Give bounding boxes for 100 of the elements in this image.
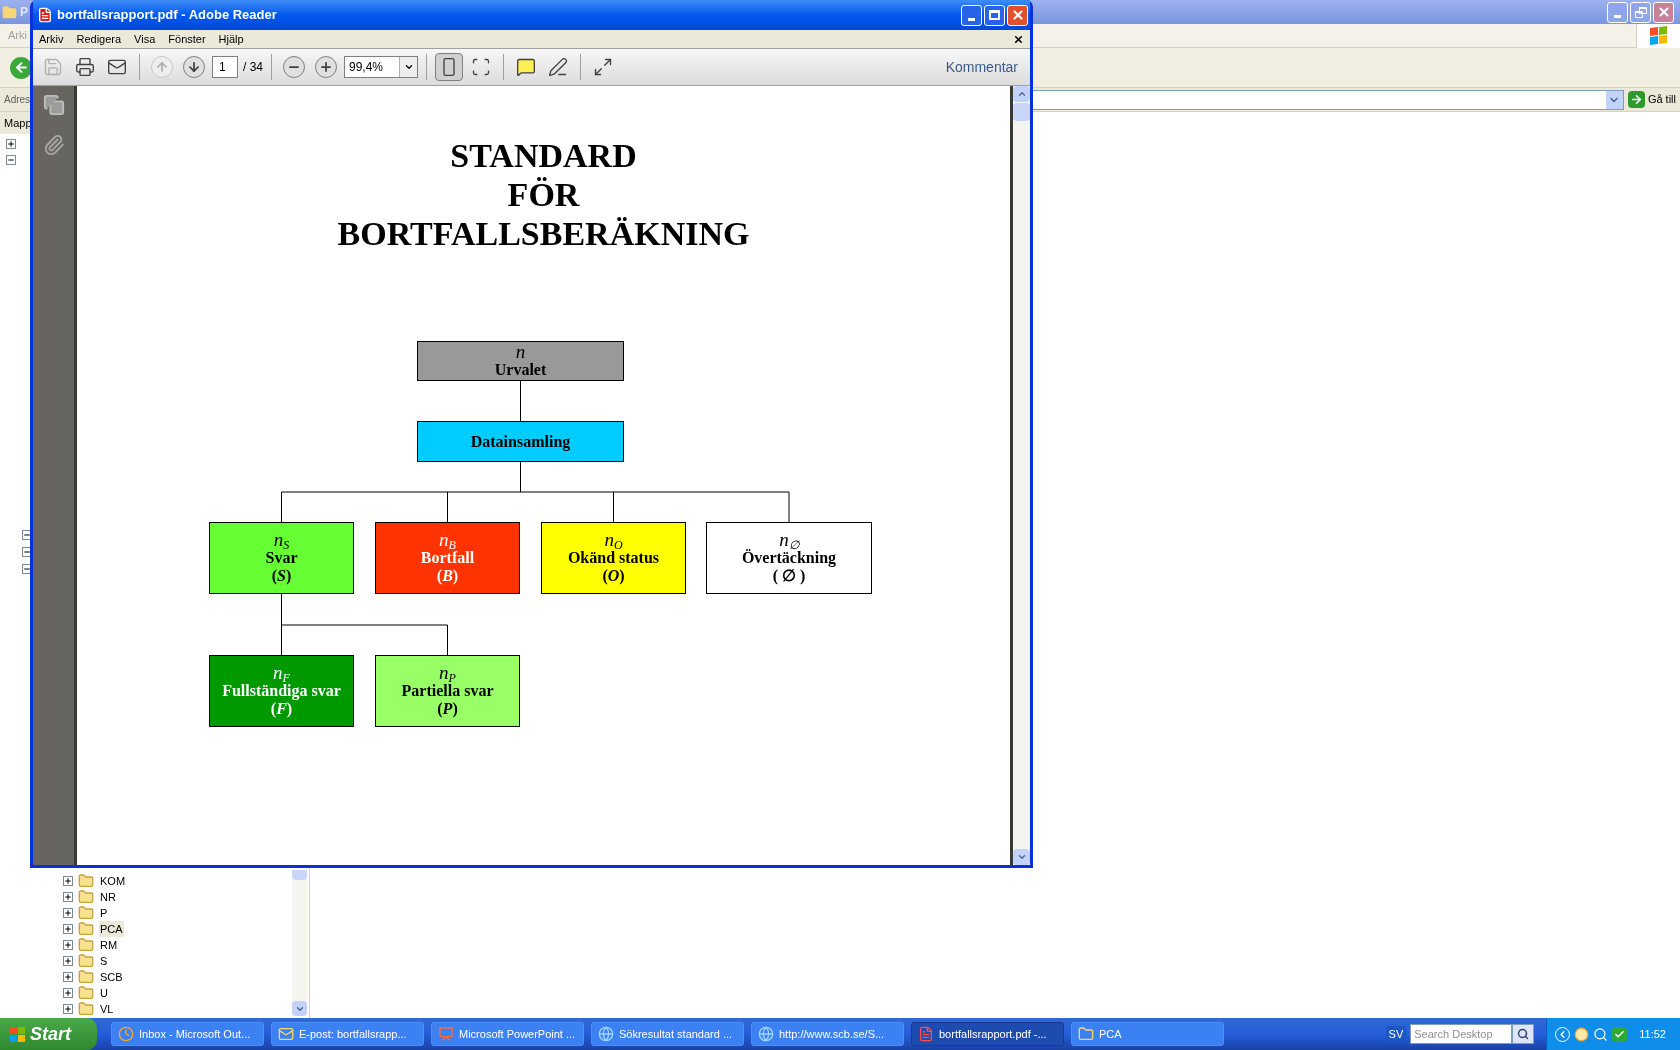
folder-item[interactable]: S	[99, 952, 109, 970]
taskbar-button[interactable]: PCA	[1071, 1022, 1224, 1046]
taskbar-button[interactable]: bortfallsrapport.pdf -...	[911, 1022, 1064, 1046]
address-label: Adres	[4, 93, 31, 107]
plus-box-icon[interactable]	[63, 892, 73, 902]
plus-box-icon[interactable]	[63, 876, 73, 886]
language-indicator[interactable]: SV	[1385, 1025, 1407, 1043]
search-button[interactable]	[1512, 1024, 1535, 1044]
search-icon[interactable]	[1593, 1026, 1609, 1042]
close-icon	[1656, 5, 1671, 19]
folder-item[interactable]: U	[99, 984, 109, 1002]
menu-item[interactable]: Fönster	[168, 30, 206, 48]
folder-icon	[1078, 1026, 1094, 1042]
window-title: P	[20, 4, 28, 21]
node-label: Övertäckning	[741, 549, 837, 567]
folder-item[interactable]: KOM	[99, 872, 127, 890]
folder-item[interactable]: NR	[99, 888, 117, 906]
folder-icon	[78, 969, 94, 985]
node-label: Okänd status	[567, 549, 660, 567]
plus-box-icon[interactable]	[6, 139, 16, 149]
scrollbar-thumb[interactable]	[1013, 103, 1030, 121]
node-label: Svar	[265, 549, 298, 567]
node-marker: (P)	[437, 700, 458, 718]
go-button[interactable]: Gå till	[1627, 89, 1678, 110]
plus-box-icon[interactable]	[63, 924, 73, 934]
taskbar-button[interactable]: Inbox - Microsoft Out...	[111, 1022, 264, 1046]
left-arrow-icon	[13, 60, 29, 75]
node-label: Urvalet	[494, 361, 547, 379]
address-field[interactable]	[1032, 89, 1624, 110]
folder-item[interactable]: RM	[99, 936, 119, 954]
chevron-down-icon	[1016, 852, 1027, 862]
document-icon	[918, 1026, 934, 1042]
start-button[interactable]: Start	[0, 1018, 97, 1050]
menu-item[interactable]: Arkiv	[39, 30, 64, 48]
scrollbar[interactable]	[292, 870, 307, 1016]
document-icon	[37, 7, 53, 23]
page-button[interactable]	[435, 53, 463, 81]
menu-item[interactable]: Hjälp	[218, 30, 244, 48]
zoom-field[interactable]: 99,4%	[344, 56, 418, 78]
scroll-up-button[interactable]	[1013, 86, 1030, 102]
folder-icon	[78, 1001, 94, 1017]
node-label: Bortfall	[420, 549, 475, 567]
scrollbar-thumb[interactable]	[292, 870, 307, 880]
plus-box-icon[interactable]	[63, 956, 73, 966]
taskbar-button[interactable]: Microsoft PowerPoint ...	[431, 1022, 584, 1046]
node-symbol: n$_{P}$	[439, 664, 456, 682]
printer-icon	[75, 57, 95, 77]
plus-box-icon[interactable]	[63, 1004, 73, 1014]
close-button[interactable]	[1653, 1, 1674, 23]
minus-icon	[283, 56, 305, 78]
plus-box-icon[interactable]	[63, 988, 73, 998]
page-field[interactable]: 1	[212, 56, 238, 78]
chevron-up-icon	[1016, 89, 1027, 99]
taskbar-button[interactable]: http://www.scb.se/S...	[751, 1022, 904, 1046]
comment-button[interactable]: Kommentar	[943, 56, 1020, 78]
folder-icon	[78, 905, 94, 921]
scroll-down-button[interactable]	[1013, 849, 1030, 865]
taskbar-button[interactable]: Sökresultat standard ...	[591, 1022, 744, 1046]
menu-item[interactable]: Visa	[134, 30, 156, 48]
folder-item[interactable]: VL	[99, 1000, 115, 1018]
folder-icon	[78, 889, 94, 905]
caret-icon[interactable]	[399, 57, 417, 77]
folder-item[interactable]: SCB	[99, 968, 124, 986]
node-symbol: n$_{S}$	[273, 531, 290, 549]
plus-box-icon[interactable]	[63, 908, 73, 918]
close-icon[interactable]	[1013, 33, 1024, 45]
menu-item[interactable]: Redigera	[76, 30, 122, 48]
minimize-button[interactable]	[961, 4, 982, 26]
folder-item[interactable]: PCA	[99, 920, 124, 938]
clock-time: 11:52	[1639, 1026, 1666, 1042]
scrollbar[interactable]	[1010, 86, 1030, 865]
node-marker: ( ∅ )	[772, 567, 806, 585]
windows-logo-icon	[10, 1026, 25, 1042]
window-title: bortfallsrapport.pdf - Adobe Reader	[57, 6, 277, 25]
node-marker: (S)	[271, 567, 292, 585]
plus-box-icon[interactable]	[63, 940, 73, 950]
plus-box-icon[interactable]	[63, 972, 73, 982]
back-button[interactable]	[10, 56, 32, 79]
paperclip-icon[interactable]	[42, 134, 65, 156]
dropdown-button[interactable]	[1605, 90, 1623, 109]
plus-icon	[315, 56, 337, 78]
page-count: / 34	[243, 59, 263, 76]
taskbar-button[interactable]: E-post: bortfallsrapp...	[271, 1022, 424, 1046]
folder-item[interactable]: P	[99, 904, 109, 922]
document-title: FÖR	[507, 175, 580, 214]
folder-icon	[78, 873, 94, 889]
maximize-button[interactable]	[984, 4, 1005, 26]
node-symbol: n$_{F}$	[273, 664, 290, 682]
node-label: Datainsamling	[470, 432, 571, 451]
node-label: Partiella svar	[401, 682, 494, 700]
close-button[interactable]	[1007, 4, 1028, 26]
node-symbol: n$_{∅}$	[779, 531, 799, 549]
node-label: Fullständiga svar	[222, 682, 341, 700]
envelope-icon	[107, 57, 127, 77]
dashed-frame-icon	[471, 57, 491, 77]
globe-icon	[758, 1026, 774, 1042]
check-icon[interactable]	[1612, 1026, 1628, 1042]
minus-box-icon[interactable]	[6, 155, 16, 165]
search-field[interactable]: Search Desktop	[1410, 1024, 1513, 1044]
pages-icon[interactable]	[42, 94, 65, 116]
